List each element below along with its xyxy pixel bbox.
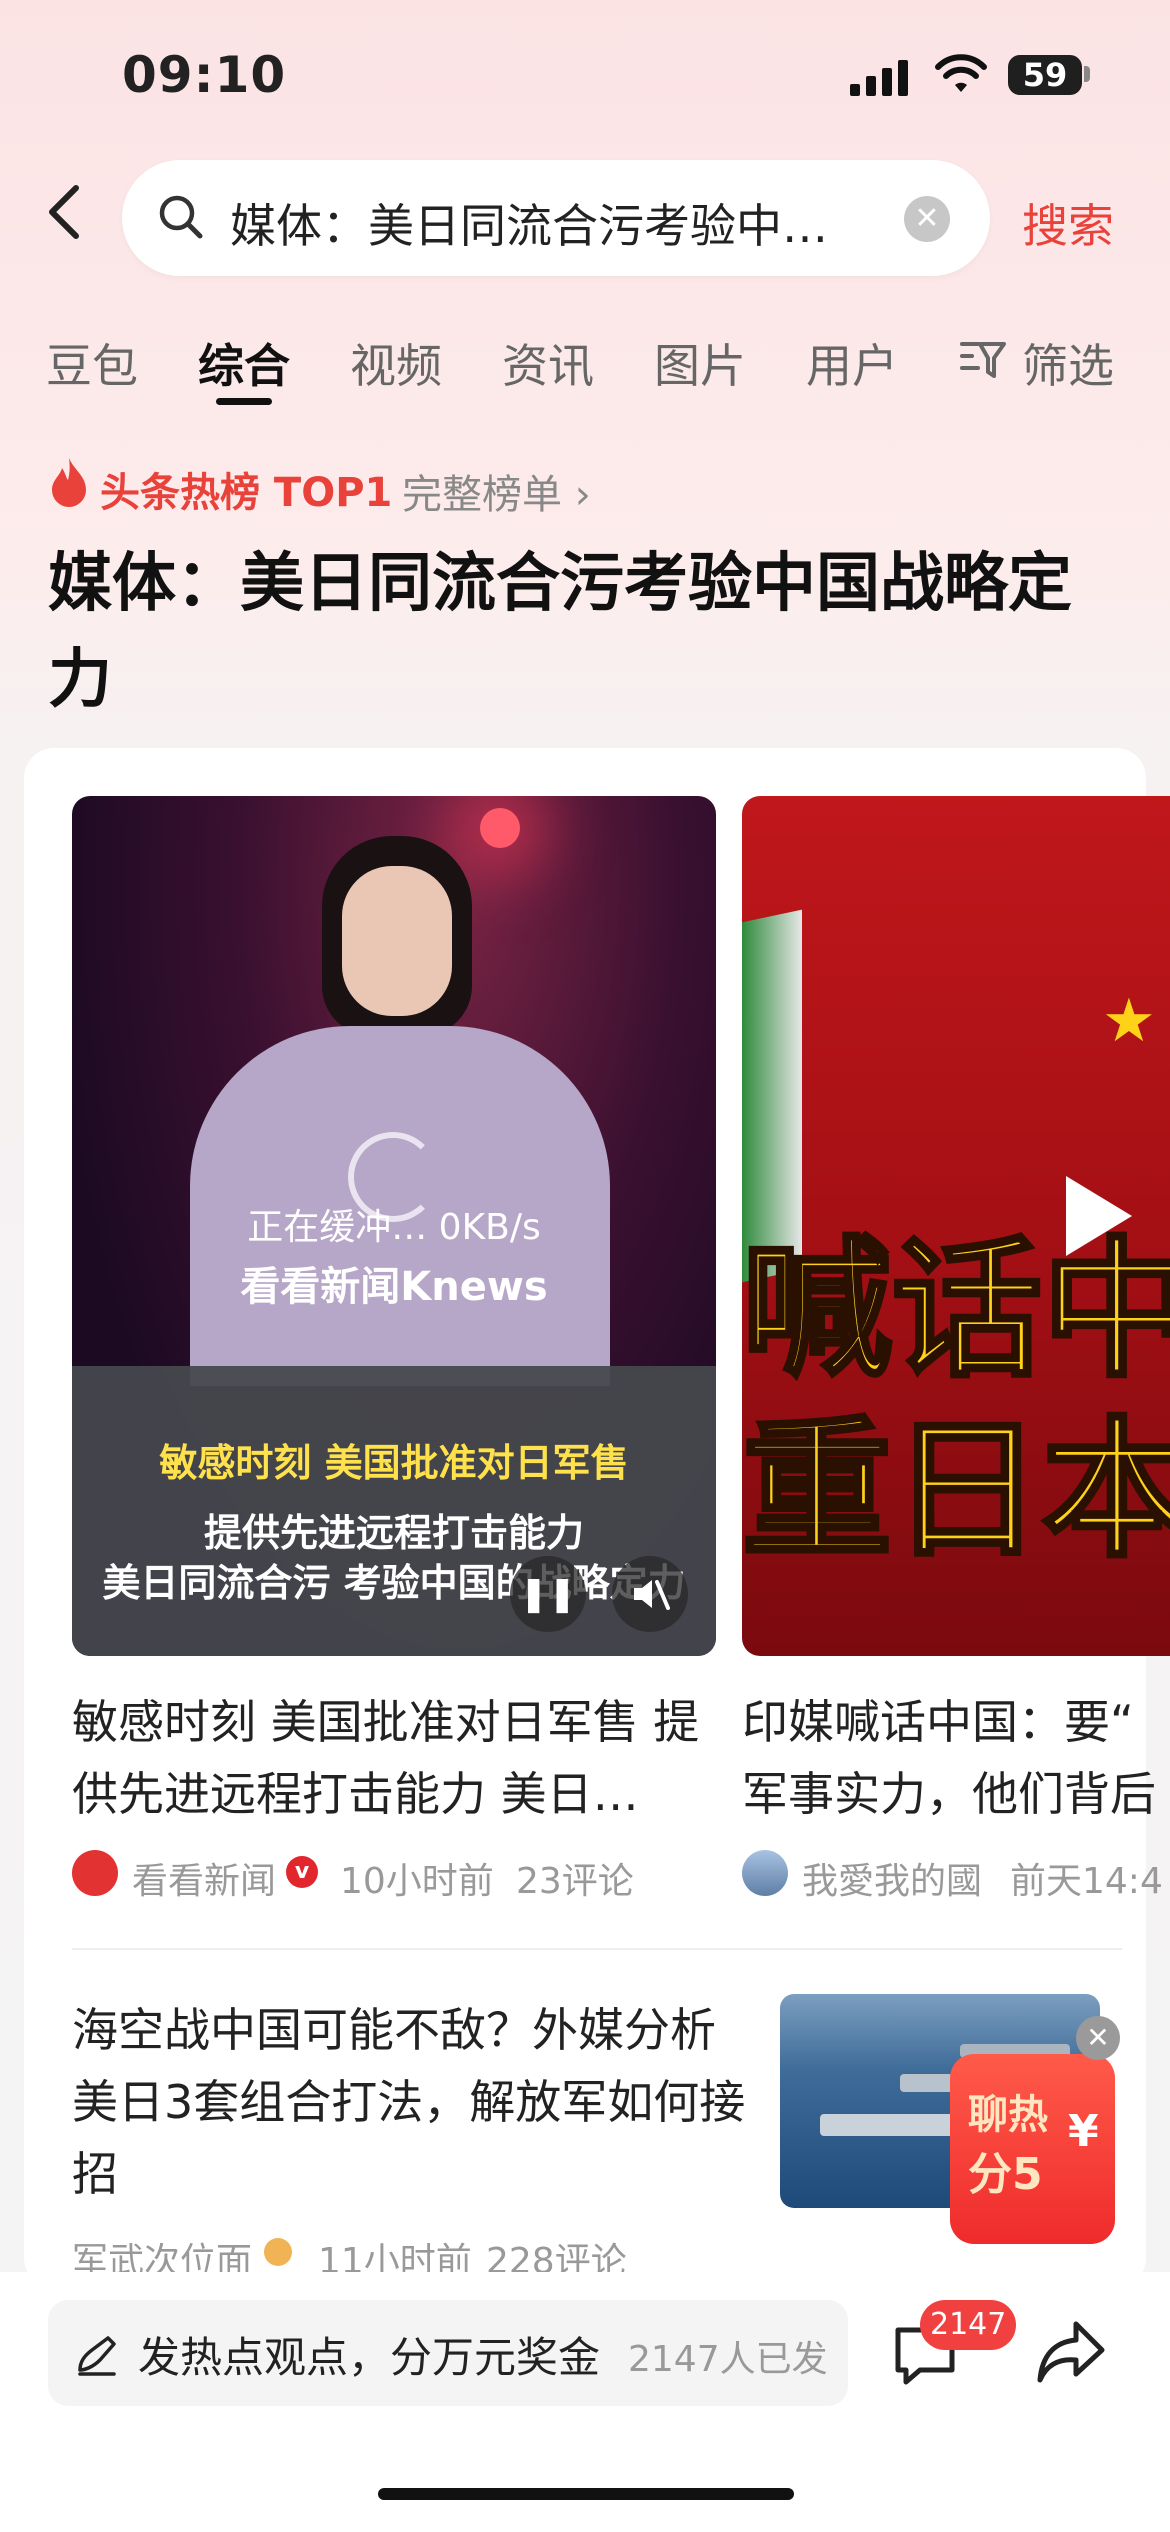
comment-prompt: 发热点观点，分万元奖金 <box>138 2333 601 2382</box>
tab-users[interactable]: 用户 <box>806 330 898 396</box>
caption-line-1: 敏感时刻 美国批准对日军售 <box>159 1441 629 1485</box>
flame-icon <box>52 458 86 507</box>
anchor-face <box>342 866 452 1016</box>
battery-indicator: 59 <box>1008 55 1082 95</box>
tab-comprehensive[interactable]: 综合 <box>198 330 290 396</box>
red-packet-widget[interactable]: 聊热 分5 ¥ <box>950 2054 1115 2244</box>
active-tab-indicator <box>216 398 272 405</box>
home-indicator <box>378 2488 794 2500</box>
tab-news[interactable]: 资讯 <box>502 330 594 396</box>
hot-headline[interactable]: 媒体：美日同流合污考验中国战略定力 <box>48 536 1128 728</box>
signal-icon <box>850 60 908 96</box>
video-thumbnail-1[interactable]: 正在缓冲… 0KB/s 看看新闻Knews 敏感时刻 美国批准对日军售 提供先进… <box>72 796 716 1656</box>
wifi-icon <box>935 54 987 92</box>
divider <box>72 1948 1122 1950</box>
knews-logo: 看看新闻Knews <box>240 1264 548 1310</box>
post-time: 10小时前 <box>340 1861 494 1902</box>
caption-line-2: 提供先进远程打击能力 <box>203 1511 584 1555</box>
red-packet-line-2: 分5 <box>968 2149 1043 2200</box>
video-title-1[interactable]: 敏感时刻 美国批准对日军售 提供先进远程打击能力 美日… <box>72 1686 722 1830</box>
source-name-2[interactable]: 我愛我的國 <box>802 1852 982 1904</box>
comment-badge: 2147 <box>920 2300 1017 2350</box>
source-name[interactable]: 看看新闻 <box>132 1852 276 1904</box>
verified-badge-icon: v <box>286 1856 318 1888</box>
full-list-link[interactable]: 完整榜单 › <box>402 462 591 520</box>
overlay-text-2: 重日本 <box>742 1404 1170 1578</box>
article-title[interactable]: 海空战中国可能不敌？外媒分析美日3套组合打法，解放军如何接招 <box>72 1994 752 2210</box>
participant-count: 2147人已发 <box>628 2339 828 2380</box>
overlay-text-1: 喊话中 <box>742 1224 1170 1398</box>
clear-search-button[interactable]: ✕ <box>904 196 950 242</box>
video-title-2[interactable]: 印媒喊话中国：要“ 军事实力，他们背后 <box>742 1686 1170 1830</box>
search-button[interactable]: 搜索 <box>1022 190 1114 256</box>
pause-button[interactable]: ❚❚ <box>510 1556 586 1632</box>
status-time: 09:10 <box>122 46 287 104</box>
video-title-2-line-2: 军事实力，他们背后 <box>742 1767 1156 1821</box>
video-thumbnail-2[interactable]: ★ 喊话中 重日本 <box>742 796 1170 1656</box>
tab-images[interactable]: 图片 <box>654 330 746 396</box>
tab-video[interactable]: 视频 <box>350 330 442 396</box>
share-icon[interactable] <box>1034 2316 1108 2390</box>
speaker-muted-icon <box>634 1580 670 1610</box>
post-time-2: 前天14:4 <box>1010 1861 1163 1902</box>
hot-rank-label[interactable]: 头条热榜 TOP1 <box>100 460 392 518</box>
pen-icon <box>78 2336 116 2376</box>
video-title-2-line-1: 印媒喊话中国：要“ <box>742 1695 1134 1749</box>
mute-button[interactable] <box>612 1556 688 1632</box>
verified-badge-icon <box>264 2238 292 2266</box>
buffering-text: 正在缓冲… 0KB/s <box>247 1207 541 1248</box>
close-icon[interactable]: ✕ <box>1076 2016 1120 2060</box>
red-packet-line-1: 聊热 <box>968 2092 1048 2138</box>
filter-icon <box>960 342 1006 378</box>
search-input[interactable]: 媒体：美日同流合污考验中… <box>230 190 870 256</box>
tab-filter[interactable]: 筛选 <box>1022 330 1114 396</box>
avatar-kankan[interactable] <box>72 1850 118 1896</box>
yuan-icon: ¥ <box>1068 2106 1099 2157</box>
stage-light <box>480 808 520 848</box>
tab-doubao[interactable]: 豆包 <box>46 330 138 396</box>
battery-tip <box>1084 66 1090 82</box>
search-icon <box>159 195 203 239</box>
flag-star: ★ <box>1102 986 1156 1056</box>
avatar-source-2[interactable] <box>742 1850 788 1896</box>
back-arrow-icon[interactable] <box>44 182 84 242</box>
full-list-label: 完整榜单 <box>402 472 562 518</box>
comment-count: 23评论 <box>516 1861 634 1902</box>
